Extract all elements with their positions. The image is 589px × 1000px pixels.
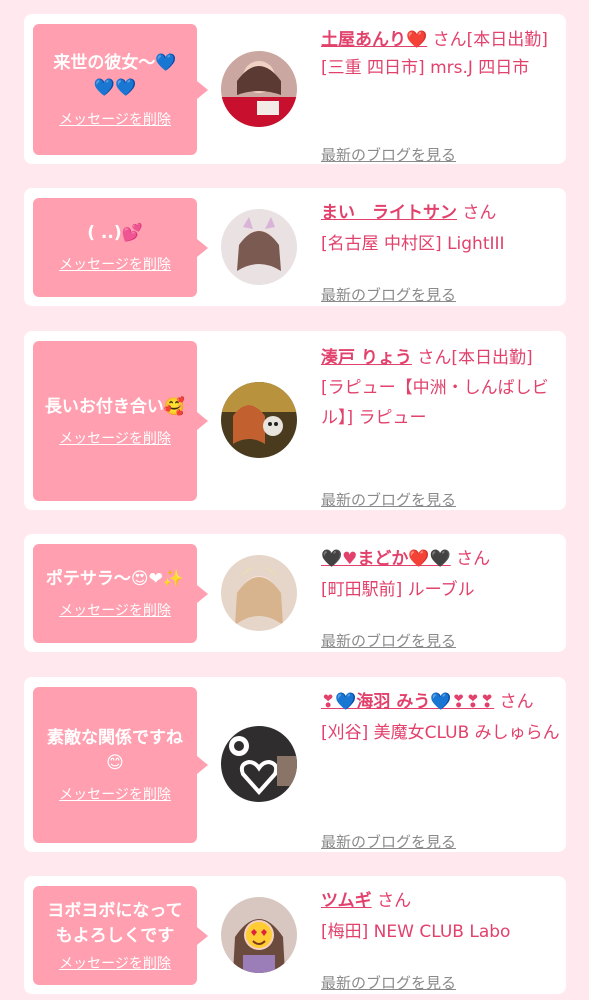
name-line: まい ライトサン さん xyxy=(321,200,561,226)
avatar[interactable] xyxy=(221,726,297,802)
shop-text: [梅田] NEW CLUB Labo xyxy=(321,922,511,942)
message-text: 来世の彼女〜💙 💙💙 xyxy=(53,52,177,98)
delete-message-link[interactable]: メッセージを削除 xyxy=(59,953,171,973)
delete-message-link[interactable]: メッセージを削除 xyxy=(59,109,171,129)
message-card: 素敵な関係ですね 😊 メッセージを削除 ❣💙海羽 みう💙❣❣❣ さん [刈谷] … xyxy=(24,677,566,852)
message-card: ( ..)💕 メッセージを削除 まい ライトサン さん [名古屋 中村区] Li… xyxy=(24,188,566,306)
shop-text: [町田駅前] ルーブル xyxy=(321,580,475,600)
profile-name-link[interactable]: 🖤♥まどか❤️🖤 xyxy=(321,549,451,569)
message-text: 素敵な関係ですね 😊 xyxy=(47,728,183,773)
message-bubble: 長いお付き合い🥰 メッセージを削除 xyxy=(33,341,208,501)
avatar[interactable] xyxy=(221,382,297,458)
message-bubble: 来世の彼女〜💙 💙💙 メッセージを削除 xyxy=(33,24,208,155)
name-line: 土屋あんり❤️ さん[本日出勤] [三重 四日市] mrs.J 四日市 xyxy=(321,26,561,82)
message-bubble: ( ..)💕 メッセージを削除 xyxy=(33,198,208,297)
honorific: さん xyxy=(494,692,534,712)
name-line: ツムギ さん xyxy=(321,888,561,914)
honorific: さん xyxy=(457,203,497,223)
blog-link[interactable]: 最新のブログを見る xyxy=(321,630,456,651)
blog-link[interactable]: 最新のブログを見る xyxy=(321,144,456,165)
message-card: ヨボヨボになって もよろしくです メッセージを削除 ツムギ さん [梅田] NE… xyxy=(24,876,566,994)
honorific: さん xyxy=(450,549,491,569)
message-text: ヨボヨボになって もよろしくです xyxy=(47,900,183,946)
message-bubble: ポテサラ〜😍❤✨ メッセージを削除 xyxy=(33,544,208,643)
delete-message-link[interactable]: メッセージを削除 xyxy=(59,600,171,620)
avatar[interactable] xyxy=(221,897,297,973)
profile-info: まい ライトサン さん [名古屋 中村区] LightIII 最新のブログを見る xyxy=(321,200,561,304)
honorific: さん xyxy=(427,30,467,50)
profile-info: ❣💙海羽 みう💙❣❣❣ さん [刈谷] 美魔女CLUB みしゅらん 最新のブログ… xyxy=(321,689,561,851)
profile-name-link[interactable]: 土屋あんり❤️ xyxy=(321,30,427,50)
profile-info: 湊戸 りょう さん[本日出勤] [ラピュー【中洲・しんばしビル】] ラピュー 最… xyxy=(321,343,561,509)
profile-info: 土屋あんり❤️ さん[本日出勤] [三重 四日市] mrs.J 四日市 最新のブ… xyxy=(321,26,561,164)
profile-info: ツムギ さん [梅田] NEW CLUB Labo 最新のブログを見る xyxy=(321,888,561,992)
name-line: 湊戸 りょう さん[本日出勤] [ラピュー【中洲・しんばしビル】] ラピュー xyxy=(321,343,561,433)
blog-link[interactable]: 最新のブログを見る xyxy=(321,489,456,510)
honorific: さん xyxy=(371,891,412,911)
avatar[interactable] xyxy=(221,555,297,631)
profile-info: 🖤♥まどか❤️🖤 さん [町田駅前] ルーブル 最新のブログを見る xyxy=(321,546,561,650)
honorific: さん xyxy=(411,348,452,368)
name-line: 🖤♥まどか❤️🖤 さん xyxy=(321,546,561,572)
avatar[interactable] xyxy=(221,51,297,127)
shop-text: [刈谷] 美魔女CLUB みしゅらん xyxy=(321,723,560,743)
shop-text: [名古屋 中村区] LightIII xyxy=(321,234,505,254)
profile-name-link[interactable]: 湊戸 りょう xyxy=(321,348,412,368)
message-bubble: 素敵な関係ですね 😊 メッセージを削除 xyxy=(33,687,208,843)
message-card: 長いお付き合い🥰 メッセージを削除 湊戸 りょう さん[本日出勤] [ラピュー【… xyxy=(24,331,566,510)
profile-name-link[interactable]: ❣💙海羽 みう💙❣❣❣ xyxy=(321,692,494,712)
blog-link[interactable]: 最新のブログを見る xyxy=(321,972,456,993)
message-text: ポテサラ〜😍❤✨ xyxy=(45,569,185,589)
message-text: 長いお付き合い🥰 xyxy=(44,396,186,417)
name-line: ❣💙海羽 みう💙❣❣❣ さん xyxy=(321,689,561,715)
profile-name-link[interactable]: まい ライトサン xyxy=(321,203,457,223)
message-text: ( ..)💕 xyxy=(87,223,143,243)
message-card: 来世の彼女〜💙 💙💙 メッセージを削除 土屋あんり❤️ さん[本日出勤] [三重… xyxy=(24,14,566,164)
profile-name-link[interactable]: ツムギ xyxy=(321,891,372,911)
delete-message-link[interactable]: メッセージを削除 xyxy=(59,428,171,448)
delete-message-link[interactable]: メッセージを削除 xyxy=(59,784,171,804)
avatar[interactable] xyxy=(221,209,297,285)
delete-message-link[interactable]: メッセージを削除 xyxy=(59,254,171,274)
message-card: ポテサラ〜😍❤✨ メッセージを削除 🖤♥まどか❤️🖤 さん [町田駅前] ルーブ… xyxy=(24,534,566,652)
message-bubble: ヨボヨボになって もよろしくです メッセージを削除 xyxy=(33,886,208,985)
blog-link[interactable]: 最新のブログを見る xyxy=(321,831,456,852)
blog-link[interactable]: 最新のブログを見る xyxy=(321,284,456,305)
